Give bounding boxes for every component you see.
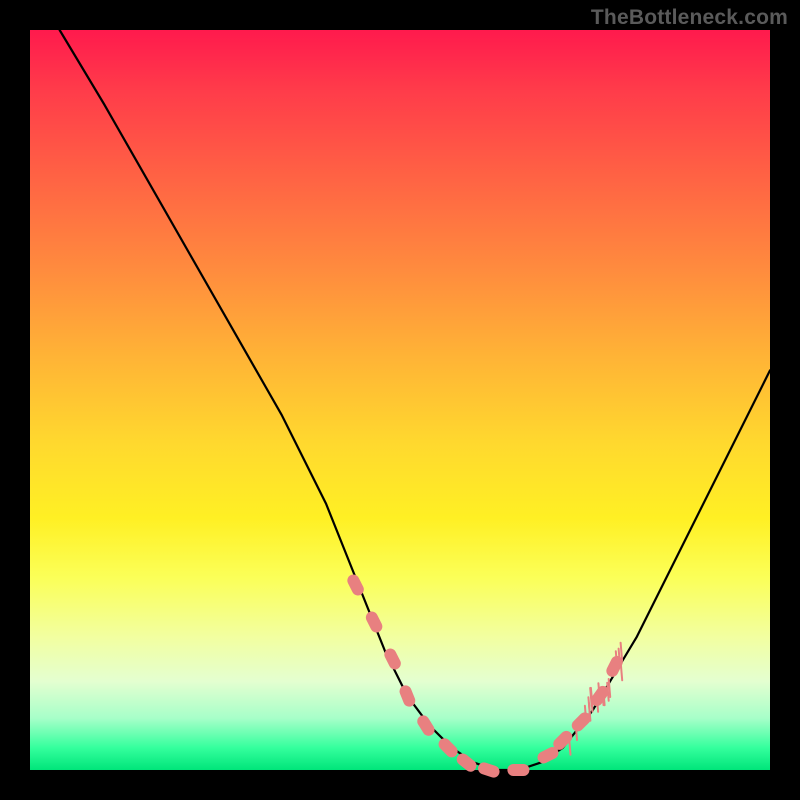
highlight-markers — [345, 572, 625, 779]
watermark-text: TheBottleneck.com — [591, 6, 788, 30]
chart-svg — [30, 30, 770, 770]
bottleneck-curve — [60, 30, 770, 770]
chart-frame: TheBottleneck.com — [0, 0, 800, 800]
